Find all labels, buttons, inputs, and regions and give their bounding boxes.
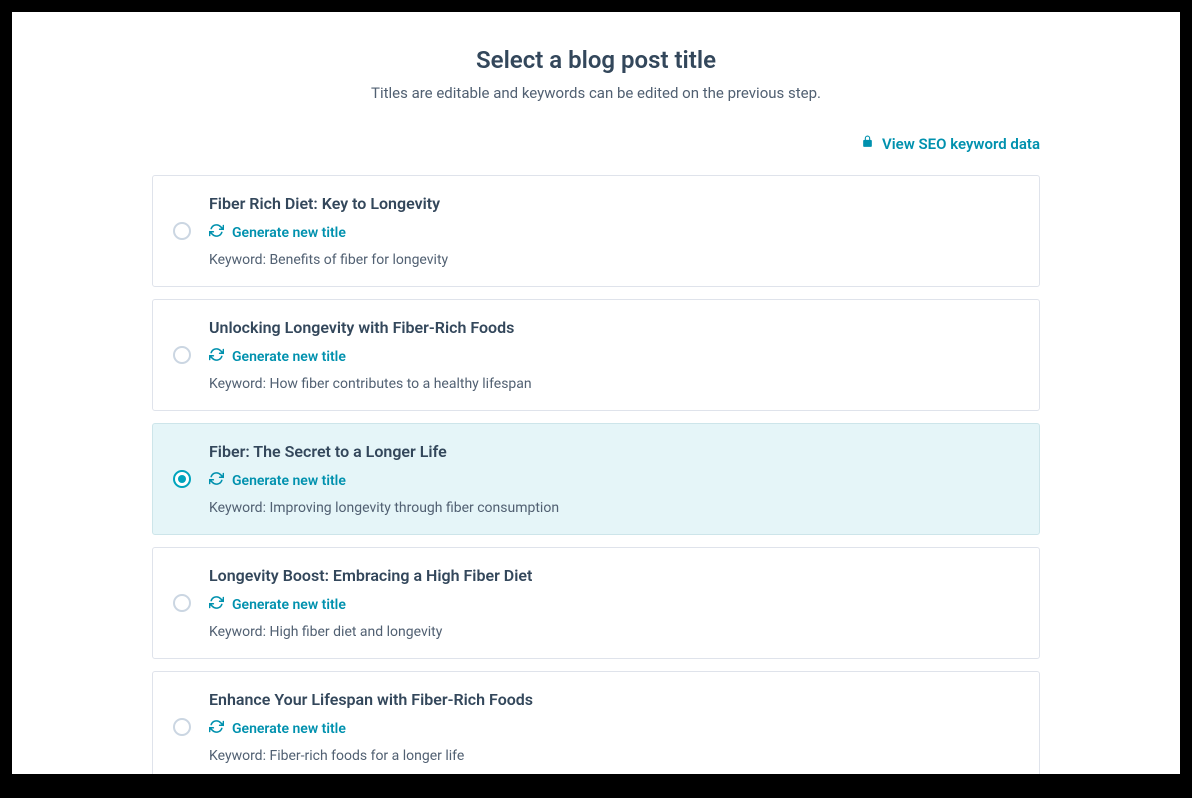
keyword-prefix: Keyword:	[209, 252, 269, 268]
title-option-card[interactable]: Unlocking Longevity with Fiber-Rich Food…	[152, 299, 1040, 411]
title-option-card[interactable]: Longevity Boost: Embracing a High Fiber …	[152, 547, 1040, 659]
title-options-list: Fiber Rich Diet: Key to Longevity Generat…	[152, 175, 1040, 774]
radio-button[interactable]	[173, 470, 191, 488]
keyword-value: High fiber diet and longevity	[269, 624, 442, 640]
seo-link-label: View SEO keyword data	[882, 135, 1040, 153]
generate-new-title-link[interactable]: Generate new title	[209, 223, 346, 242]
generate-label: Generate new title	[232, 597, 346, 613]
generate-new-title-link[interactable]: Generate new title	[209, 595, 346, 614]
card-body: Unlocking Longevity with Fiber-Rich Food…	[209, 318, 1019, 392]
keyword-prefix: Keyword:	[209, 376, 269, 392]
keyword-line: Keyword: Improving longevity through fib…	[209, 500, 1019, 516]
generate-new-title-link[interactable]: Generate new title	[209, 471, 346, 490]
keyword-prefix: Keyword:	[209, 624, 269, 640]
page-container: Select a blog post title Titles are edit…	[12, 12, 1180, 774]
refresh-icon	[209, 595, 224, 614]
keyword-prefix: Keyword:	[209, 748, 269, 764]
radio-button[interactable]	[173, 346, 191, 364]
keyword-value: Fiber-rich foods for a longer life	[269, 748, 464, 764]
keyword-value: Benefits of fiber for longevity	[269, 252, 448, 268]
keyword-line: Keyword: Benefits of fiber for longevity	[209, 252, 1019, 268]
keyword-line: Keyword: Fiber-rich foods for a longer l…	[209, 748, 1019, 764]
radio-button[interactable]	[173, 594, 191, 612]
generate-label: Generate new title	[232, 473, 346, 489]
generate-label: Generate new title	[232, 349, 346, 365]
card-body: Fiber Rich Diet: Key to Longevity Generat…	[209, 194, 1019, 268]
keyword-line: Keyword: How fiber contributes to a heal…	[209, 376, 1019, 392]
view-seo-keyword-data-link[interactable]: View SEO keyword data	[861, 134, 1040, 153]
radio-button[interactable]	[173, 718, 191, 736]
option-title: Fiber: The Secret to a Longer Life	[209, 442, 1019, 461]
title-option-card[interactable]: Fiber: The Secret to a Longer Life Genera…	[152, 423, 1040, 535]
refresh-icon	[209, 347, 224, 366]
option-title: Fiber Rich Diet: Key to Longevity	[209, 194, 1019, 213]
lock-icon	[861, 134, 874, 153]
seo-row: View SEO keyword data	[152, 134, 1040, 153]
generate-label: Generate new title	[232, 721, 346, 737]
option-title: Longevity Boost: Embracing a High Fiber …	[209, 566, 1019, 585]
generate-new-title-link[interactable]: Generate new title	[209, 719, 346, 738]
generate-label: Generate new title	[232, 225, 346, 241]
keyword-prefix: Keyword:	[209, 500, 269, 516]
title-option-card[interactable]: Enhance Your Lifespan with Fiber-Rich Fo…	[152, 671, 1040, 774]
refresh-icon	[209, 223, 224, 242]
generate-new-title-link[interactable]: Generate new title	[209, 347, 346, 366]
keyword-line: Keyword: High fiber diet and longevity	[209, 624, 1019, 640]
card-body: Enhance Your Lifespan with Fiber-Rich Fo…	[209, 690, 1019, 764]
keyword-value: Improving longevity through fiber consum…	[269, 500, 559, 516]
radio-button[interactable]	[173, 222, 191, 240]
option-title: Enhance Your Lifespan with Fiber-Rich Fo…	[209, 690, 1019, 709]
title-option-card[interactable]: Fiber Rich Diet: Key to Longevity Generat…	[152, 175, 1040, 287]
keyword-value: How fiber contributes to a healthy lifes…	[269, 376, 531, 392]
refresh-icon	[209, 471, 224, 490]
card-body: Longevity Boost: Embracing a High Fiber …	[209, 566, 1019, 640]
refresh-icon	[209, 719, 224, 738]
card-body: Fiber: The Secret to a Longer Life Genera…	[209, 442, 1019, 516]
option-title: Unlocking Longevity with Fiber-Rich Food…	[209, 318, 1019, 337]
page-subtitle: Titles are editable and keywords can be …	[12, 84, 1180, 102]
page-title: Select a blog post title	[12, 46, 1180, 74]
